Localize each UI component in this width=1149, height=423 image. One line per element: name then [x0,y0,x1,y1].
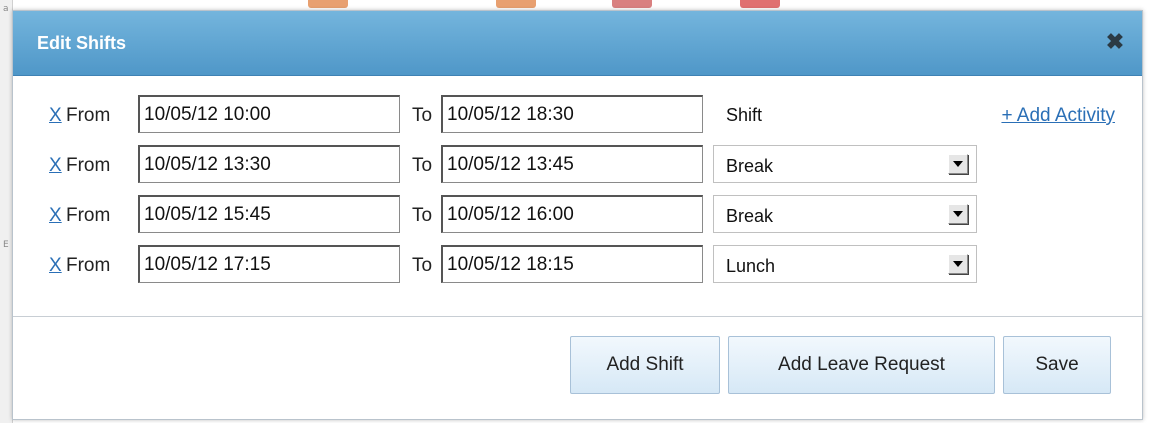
background-strip [496,0,536,8]
activity-row: X From To Break [49,195,1009,233]
background-strip [612,0,652,8]
shift-row: X From To Shift [49,95,1009,133]
dialog-title: Edit Shifts [37,33,126,53]
chevron-down-icon[interactable] [948,204,968,224]
footer-divider [13,316,1142,317]
save-button[interactable]: Save [1003,336,1111,394]
to-input[interactable] [441,195,703,233]
from-label: From [66,205,111,226]
activity-type-value: Lunch [726,256,776,276]
chevron-down-icon[interactable] [948,254,968,274]
add-shift-button[interactable]: Add Shift [570,336,720,394]
activity-row: X From To Lunch [49,245,1009,283]
from-label: From [66,255,111,276]
background-strip [740,0,780,8]
close-icon[interactable]: ✖ [1104,31,1126,53]
remove-row-link[interactable]: X [49,105,62,127]
chevron-down-icon[interactable] [948,154,968,174]
to-label: To [412,255,433,276]
edit-shifts-dialog: Edit Shifts ✖ + Add Activity X From To S… [12,10,1143,420]
from-input[interactable] [138,245,400,283]
to-input[interactable] [441,145,703,183]
add-leave-request-button[interactable]: Add Leave Request [728,336,995,394]
remove-row-link[interactable]: X [49,155,62,177]
from-input[interactable] [138,195,400,233]
activity-type-value: Break [726,206,774,226]
remove-row-link[interactable]: X [49,255,62,277]
to-label: To [412,205,433,226]
activity-type-select[interactable]: Break [713,195,977,233]
activity-row: X From To Break [49,145,1009,183]
activity-type-select[interactable]: Break [713,145,977,183]
to-input[interactable] [441,95,703,133]
from-label: From [66,155,111,176]
activity-type-value: Break [726,156,774,176]
to-input[interactable] [441,245,703,283]
background-mark: a [3,4,9,14]
to-label: To [412,155,433,176]
background-mark: E [3,240,9,250]
activity-type-select[interactable]: Lunch [713,245,977,283]
to-label: To [412,105,433,126]
background-strip [308,0,348,8]
from-input[interactable] [138,95,400,133]
from-label: From [66,105,111,126]
add-activity-link[interactable]: + Add Activity [1001,105,1115,127]
from-input[interactable] [138,145,400,183]
dialog-titlebar: Edit Shifts ✖ [13,11,1142,76]
activity-type-label: Shift [726,105,763,125]
remove-row-link[interactable]: X [49,205,62,227]
